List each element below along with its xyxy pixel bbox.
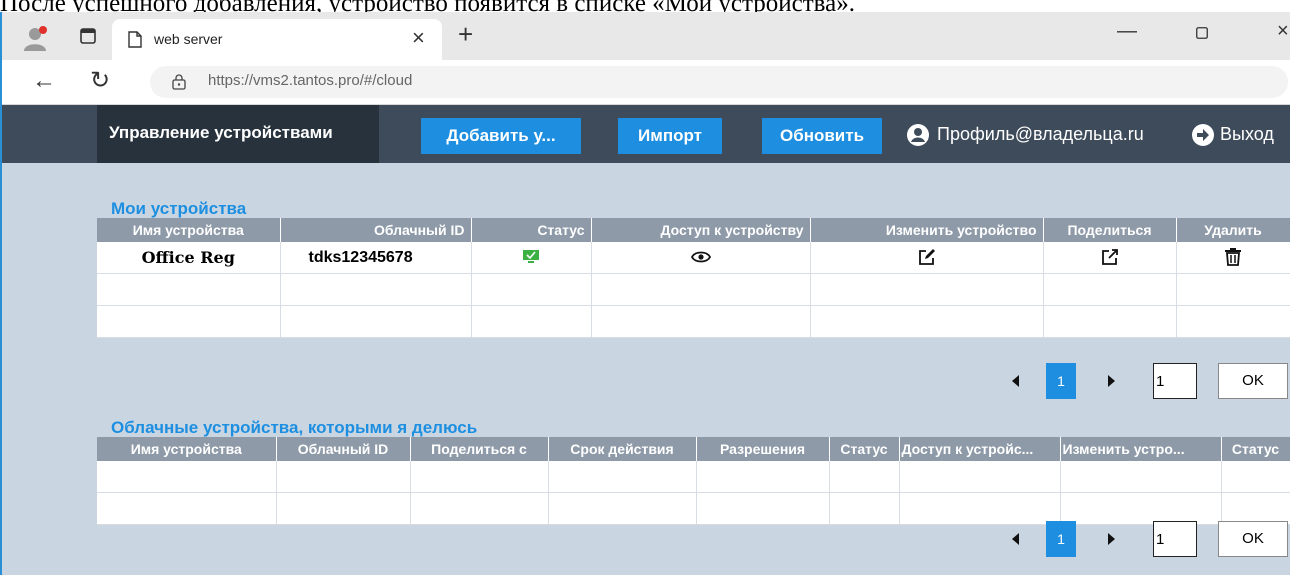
- nav-title[interactable]: Управление устройствами: [97, 105, 379, 163]
- browser-window: web server × + — × ← ↻ https://vms2.tant…: [0, 12, 1290, 575]
- col-share[interactable]: Поделиться: [1043, 218, 1177, 242]
- next-page-icon[interactable]: [1108, 375, 1115, 387]
- user-icon: [907, 124, 929, 146]
- status-cell: [471, 242, 592, 274]
- table-row[interactable]: [97, 492, 1290, 525]
- col-share-with[interactable]: Поделиться с: [410, 437, 549, 461]
- col-permissions[interactable]: Разрешения: [696, 437, 830, 461]
- col-edit-device[interactable]: Изменить устройство: [810, 218, 1044, 242]
- share-cell: [1043, 242, 1177, 274]
- table-row[interactable]: Office Reg tdks12345678: [97, 242, 1290, 274]
- url-text[interactable]: https://vms2.tantos.pro/#/cloud: [208, 72, 412, 89]
- col-status[interactable]: Статус: [471, 218, 592, 242]
- page-number-input[interactable]: [1153, 521, 1197, 557]
- profile-label: Профиль@владельца.ru: [937, 124, 1144, 144]
- col-device-access[interactable]: Доступ к устройству: [591, 218, 811, 242]
- cloud-id-cell: tdks12345678: [280, 242, 472, 274]
- edit-cell: [810, 242, 1044, 274]
- logout-arrow-icon: [1192, 124, 1214, 146]
- profile-link[interactable]: Профиль@владельца.ru: [907, 119, 1144, 149]
- edit-icon[interactable]: [918, 248, 936, 266]
- device-name-cell: Office Reg: [97, 242, 281, 274]
- col-cloud-id[interactable]: Облачный ID: [280, 218, 472, 242]
- page-number-input[interactable]: [1153, 363, 1197, 399]
- trash-icon[interactable]: [1225, 248, 1241, 267]
- delete-cell: [1176, 242, 1290, 274]
- col-delete[interactable]: Удалить: [1176, 218, 1290, 242]
- reload-icon[interactable]: ↻: [90, 66, 110, 95]
- next-page-icon[interactable]: [1108, 533, 1115, 545]
- access-cell: [591, 242, 811, 274]
- active-tab[interactable]: web server ×: [112, 19, 442, 60]
- table-header-row: Имя устройства Облачный ID Статус Доступ…: [97, 218, 1290, 242]
- col-device-access[interactable]: Доступ к устройс...: [899, 437, 1061, 461]
- maximize-icon[interactable]: [1196, 22, 1208, 45]
- col-edit-device[interactable]: Изменить устро...: [1060, 437, 1222, 461]
- window-close-icon[interactable]: ×: [1277, 20, 1289, 43]
- top-navbar: Управление устройствами Добавить у... Им…: [2, 105, 1290, 163]
- plus-icon[interactable]: +: [458, 19, 473, 50]
- address-bar: ← ↻ https://vms2.tantos.pro/#/cloud: [2, 60, 1290, 105]
- site-info-icon[interactable]: [172, 74, 186, 90]
- prev-page-icon[interactable]: [1012, 375, 1019, 387]
- url-path: /#/cloud: [359, 72, 413, 89]
- import-button[interactable]: Импорт: [618, 118, 722, 154]
- add-device-button[interactable]: Добавить у...: [421, 118, 581, 154]
- close-icon[interactable]: ×: [412, 25, 425, 51]
- page-icon: [128, 31, 142, 48]
- ok-button[interactable]: OK: [1218, 521, 1288, 557]
- col-device-name[interactable]: Имя устройства: [97, 437, 277, 461]
- url-host: https://vms2.tantos.pro: [208, 72, 360, 89]
- web-app: Управление устройствами Добавить у... Им…: [2, 105, 1290, 575]
- ok-button[interactable]: OK: [1218, 363, 1288, 399]
- table-row[interactable]: [97, 461, 1290, 493]
- table-row[interactable]: [97, 305, 1290, 338]
- tab-bar: web server × + — ×: [2, 12, 1290, 60]
- my-devices-title: Мои устройства: [111, 199, 247, 218]
- prev-page-icon[interactable]: [1012, 533, 1019, 545]
- tab-actions-icon[interactable]: [80, 28, 96, 44]
- col-device-name[interactable]: Имя устройства: [97, 218, 281, 242]
- eye-icon[interactable]: [690, 250, 711, 264]
- minimize-icon[interactable]: —: [1117, 20, 1137, 43]
- table-row[interactable]: [97, 273, 1290, 306]
- my-devices-pager: 1 OK: [2, 363, 1290, 399]
- tab-title: web server: [154, 31, 223, 47]
- back-arrow-icon[interactable]: ←: [32, 67, 56, 95]
- col-status-2[interactable]: Статус: [1221, 437, 1290, 461]
- current-page-button[interactable]: 1: [1046, 363, 1076, 399]
- col-expiry[interactable]: Срок действия: [548, 437, 697, 461]
- my-devices-table: Имя устройства Облачный ID Статус Доступ…: [97, 218, 1290, 338]
- logout-link[interactable]: Выход: [1192, 119, 1274, 149]
- logout-label: Выход: [1220, 124, 1274, 144]
- profile-avatar[interactable]: [22, 25, 48, 51]
- shared-devices-title: Облачные устройства, которыми я делюсь: [111, 418, 478, 437]
- online-monitor-icon: [523, 250, 539, 264]
- share-icon[interactable]: [1101, 248, 1119, 266]
- refresh-button[interactable]: Обновить: [762, 118, 882, 154]
- col-status[interactable]: Статус: [829, 437, 900, 461]
- shared-devices-table: Имя устройства Облачный ID Поделиться с …: [97, 437, 1290, 525]
- shared-devices-pager: 1 OK: [2, 521, 1290, 557]
- current-page-button[interactable]: 1: [1046, 521, 1076, 557]
- table-header-row: Имя устройства Облачный ID Поделиться с …: [97, 437, 1290, 461]
- col-cloud-id[interactable]: Облачный ID: [276, 437, 411, 461]
